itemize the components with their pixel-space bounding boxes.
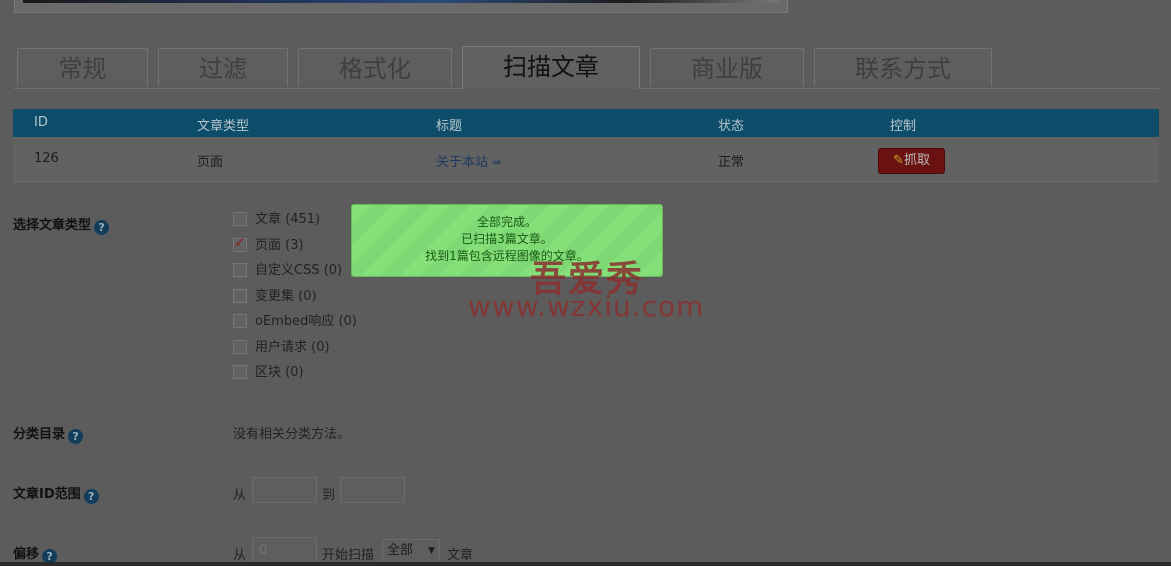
col-id: ID <box>34 115 48 130</box>
post-type-label-text: 选择文章类型 <box>13 218 92 233</box>
id-range-to-input[interactable] <box>340 477 405 503</box>
checkbox[interactable] <box>233 212 247 226</box>
watermark-url: www.wzxiu.com <box>468 290 705 323</box>
col-title: 标题 <box>436 119 463 134</box>
col-type: 文章类型 <box>197 119 250 134</box>
help-icon[interactable]: ? <box>68 429 84 444</box>
id-range-from-input[interactable] <box>252 477 317 503</box>
post-type-option-label: 自定义CSS (0) <box>255 263 343 278</box>
notice-line-1: 全部完成。 <box>476 215 537 229</box>
preview-image <box>23 0 779 3</box>
row-type: 页面 <box>197 155 224 170</box>
notice-line-2: 已扫描3篇文章。 <box>461 232 553 246</box>
post-type-option-label: oEmbed响应 (0) <box>255 314 357 329</box>
post-type-option-label: 用户请求 (0) <box>255 339 330 355</box>
offset-suffix: 文章 <box>447 548 474 563</box>
preview-frame <box>14 0 788 13</box>
id-range-label-text: 文章ID范围 <box>13 487 81 502</box>
dropdown-arrow-icon: ▼ <box>428 546 435 556</box>
checkbox[interactable] <box>233 339 247 354</box>
fetch-button[interactable]: ✎抓取 <box>878 148 945 174</box>
row-id: 126 <box>34 151 59 166</box>
pencil-icon: ✎ <box>893 153 904 168</box>
post-type-option[interactable]: 文章 (451) <box>233 208 321 227</box>
help-icon[interactable]: ? <box>94 220 110 235</box>
checkbox[interactable] <box>233 288 247 303</box>
tab-filter[interactable]: 过滤 <box>158 48 288 86</box>
id-range-to-label: 到 <box>322 488 336 503</box>
checkbox[interactable] <box>233 365 247 379</box>
category-value: 没有相关分类方法。 <box>233 427 351 442</box>
scan-scope-value: 全部 <box>387 543 414 558</box>
post-type-option-label: 页面 (3) <box>255 237 304 253</box>
tab-general[interactable]: 常规 <box>17 48 148 86</box>
tab-scan-posts[interactable]: 扫描文章 <box>462 46 640 89</box>
post-type-option-label: 变更集 (0) <box>255 288 317 304</box>
id-range-label: 文章ID范围? <box>13 483 99 504</box>
category-label: 分类目录? <box>13 423 84 444</box>
tab-contact[interactable]: 联系方式 <box>814 48 992 86</box>
post-type-option-label: 区块 (0) <box>255 365 304 380</box>
scan-results-table: ID 文章类型 标题 状态 控制 126 页面 关于本站 ⇛ 正常 <box>13 109 1159 182</box>
row-status: 正常 <box>718 155 745 170</box>
post-type-option[interactable]: 页面 (3) <box>233 234 304 253</box>
col-control: 控制 <box>890 119 917 134</box>
offset-label: 偏移? <box>13 543 58 564</box>
post-type-label: 选择文章类型? <box>13 214 110 235</box>
post-type-option-label: 文章 (451) <box>255 212 321 227</box>
id-range-from-label: 从 <box>233 488 247 503</box>
row-title-link[interactable]: 关于本站 ⇛ <box>436 151 501 170</box>
post-type-option[interactable]: 用户请求 (0) <box>233 336 330 355</box>
post-type-option[interactable]: 区块 (0) <box>233 361 304 380</box>
tab-bar: 常规 过滤 格式化 扫描文章 商业版 联系方式 <box>14 46 1159 89</box>
checkbox[interactable] <box>233 314 247 328</box>
scan-scope-select[interactable]: 全部 ▼ <box>382 539 440 563</box>
table-row: 126 页面 关于本站 ⇛ 正常 <box>13 137 1159 182</box>
offset-input[interactable] <box>252 537 317 563</box>
checkbox[interactable] <box>233 235 247 252</box>
post-type-option[interactable]: 变更集 (0) <box>233 285 317 304</box>
offset-label-text: 偏移 <box>13 547 40 562</box>
table-header: ID 文章类型 标题 状态 控制 <box>13 109 1159 137</box>
help-icon[interactable]: ? <box>83 489 99 504</box>
bottom-bar <box>0 562 1171 566</box>
category-label-text: 分类目录 <box>13 427 66 442</box>
row-title: 关于本站 <box>436 155 489 170</box>
notice-line-3: 找到1篇包含远程图像的文章。 <box>425 249 589 263</box>
post-type-option[interactable]: oEmbed响应 (0) <box>233 310 357 329</box>
fetch-button-label: 抓取 <box>903 153 930 168</box>
completion-notice: 全部完成。 已扫描3篇文章。 找到1篇包含远程图像的文章。 <box>351 204 663 277</box>
offset-from-label: 从 <box>233 548 247 563</box>
col-status: 状态 <box>718 119 745 134</box>
checkbox[interactable] <box>233 263 247 277</box>
post-type-option[interactable]: 自定义CSS (0) <box>233 259 343 278</box>
tab-format[interactable]: 格式化 <box>298 48 452 86</box>
external-link-icon: ⇛ <box>492 156 502 169</box>
start-scan-label: 开始扫描 <box>322 548 375 563</box>
tab-pro[interactable]: 商业版 <box>650 48 804 86</box>
